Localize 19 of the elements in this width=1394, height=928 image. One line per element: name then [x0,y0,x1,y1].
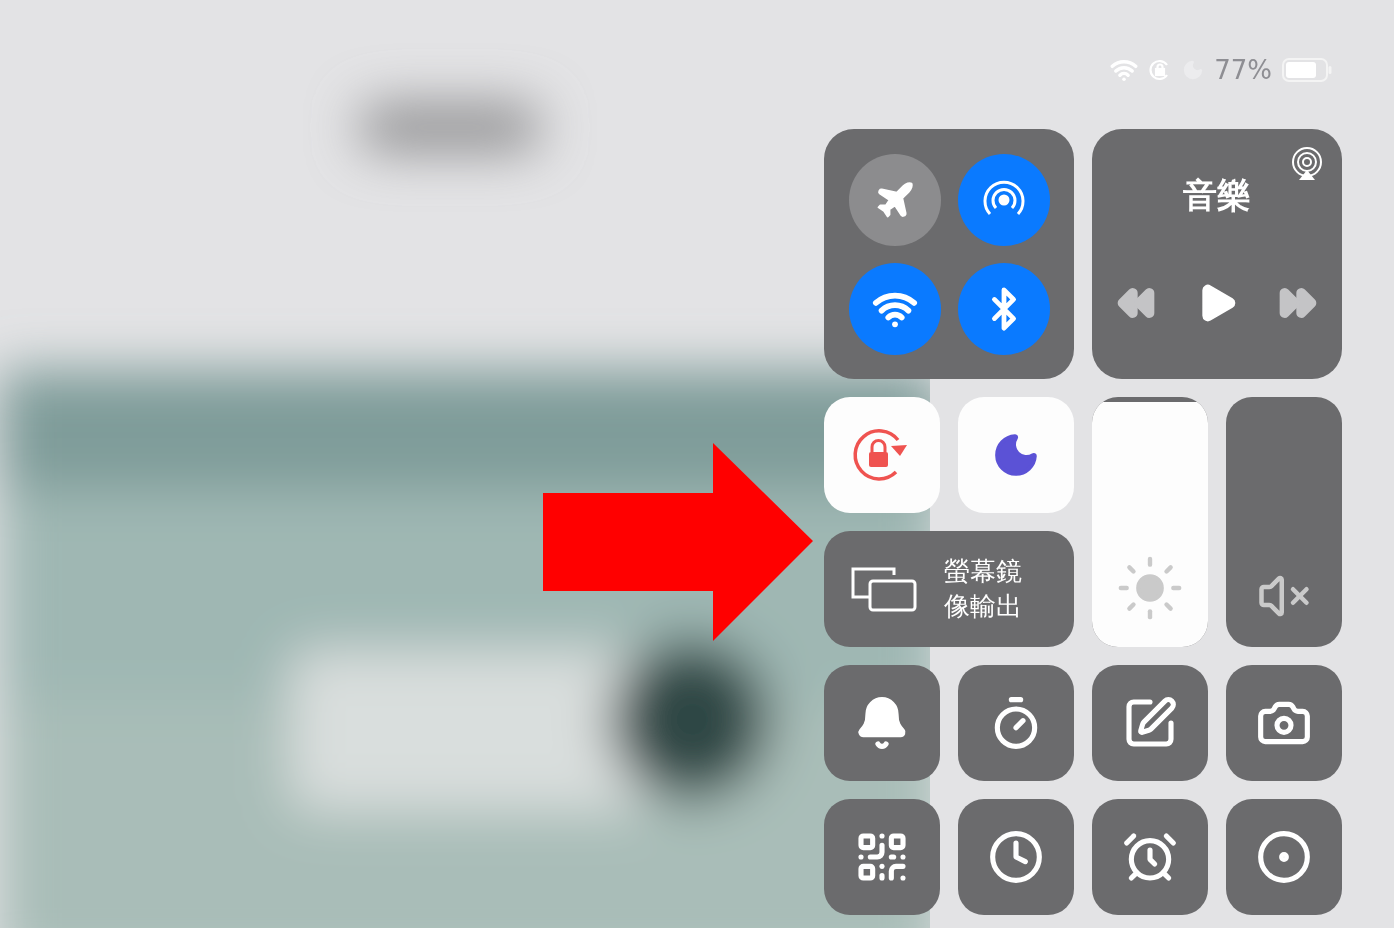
camera-shortcut[interactable] [1226,665,1342,781]
qr-shortcut[interactable] [824,799,940,915]
battery-icon [1282,58,1332,82]
timer-shortcut[interactable] [958,665,1074,781]
alarm-shortcut[interactable] [1092,799,1208,915]
record-shortcut[interactable] [1226,799,1342,915]
do-not-disturb-toggle[interactable] [958,397,1074,513]
screen-mirroring-icon [850,565,918,613]
battery-percentage: 77% [1214,55,1272,85]
rotation-lock-toggle[interactable] [824,397,940,513]
volume-slider[interactable] [1226,397,1342,647]
stopwatch-icon [988,829,1044,885]
record-icon [1256,829,1312,885]
notes-shortcut[interactable] [1092,665,1208,781]
music-title: 音樂 [1183,174,1251,217]
stopwatch-shortcut[interactable] [958,799,1074,915]
airplay-icon[interactable] [1290,147,1324,181]
bell-shortcut[interactable] [824,665,940,781]
screen-mirroring-button[interactable]: 螢幕鏡像輸出 [824,531,1074,647]
